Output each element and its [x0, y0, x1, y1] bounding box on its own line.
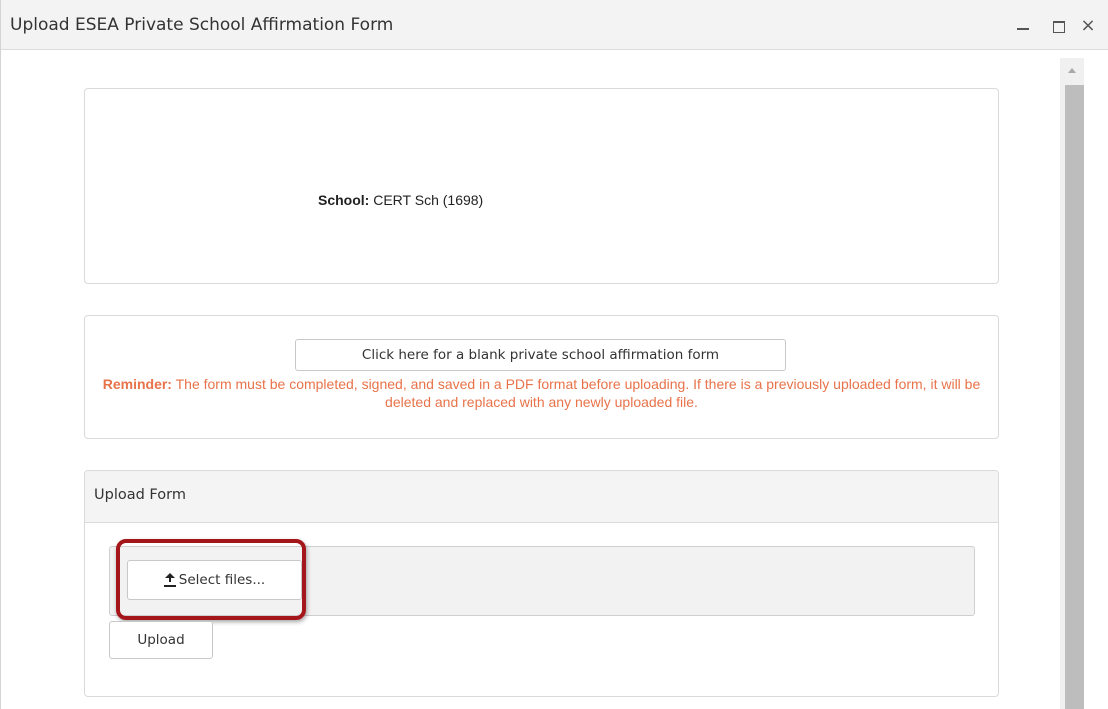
maximize-button[interactable] — [1050, 17, 1068, 35]
window-title: Upload ESEA Private School Affirmation F… — [10, 15, 394, 35]
scrollbar-thumb[interactable] — [1065, 85, 1084, 709]
upload-form-panel: Upload Form Select files... Upload — [84, 470, 999, 697]
school-value: CERT Sch (1698) — [373, 192, 484, 208]
blank-form-panel: Click here for a blank private school af… — [84, 315, 999, 439]
close-button[interactable]: × — [1079, 17, 1097, 35]
maximize-icon — [1053, 21, 1065, 33]
school-panel: School: CERT Sch (1698) — [84, 88, 999, 284]
minimize-icon — [1017, 28, 1029, 30]
dialog-window: Upload ESEA Private School Affirmation F… — [0, 0, 1108, 709]
upload-form-title: Upload Form — [94, 487, 186, 503]
upload-form-header: Upload Form — [85, 471, 998, 523]
reminder-label: Reminder: — [102, 376, 172, 392]
reminder-message: The form must be completed, signed, and … — [175, 376, 981, 410]
blank-form-button[interactable]: Click here for a blank private school af… — [295, 339, 786, 371]
vertical-scrollbar[interactable] — [1060, 58, 1084, 709]
title-bar: Upload ESEA Private School Affirmation F… — [1, 0, 1108, 50]
minimize-button[interactable] — [1014, 17, 1032, 35]
upload-button[interactable]: Upload — [109, 621, 213, 659]
school-label: School: — [318, 192, 370, 208]
school-info: School: CERT Sch (1698) — [318, 192, 483, 208]
reminder-text: Reminder: The form must be completed, si… — [85, 375, 998, 411]
close-icon: × — [1080, 15, 1096, 36]
scroll-up-arrow-icon[interactable] — [1068, 68, 1076, 73]
highlight-annotation — [116, 539, 306, 620]
